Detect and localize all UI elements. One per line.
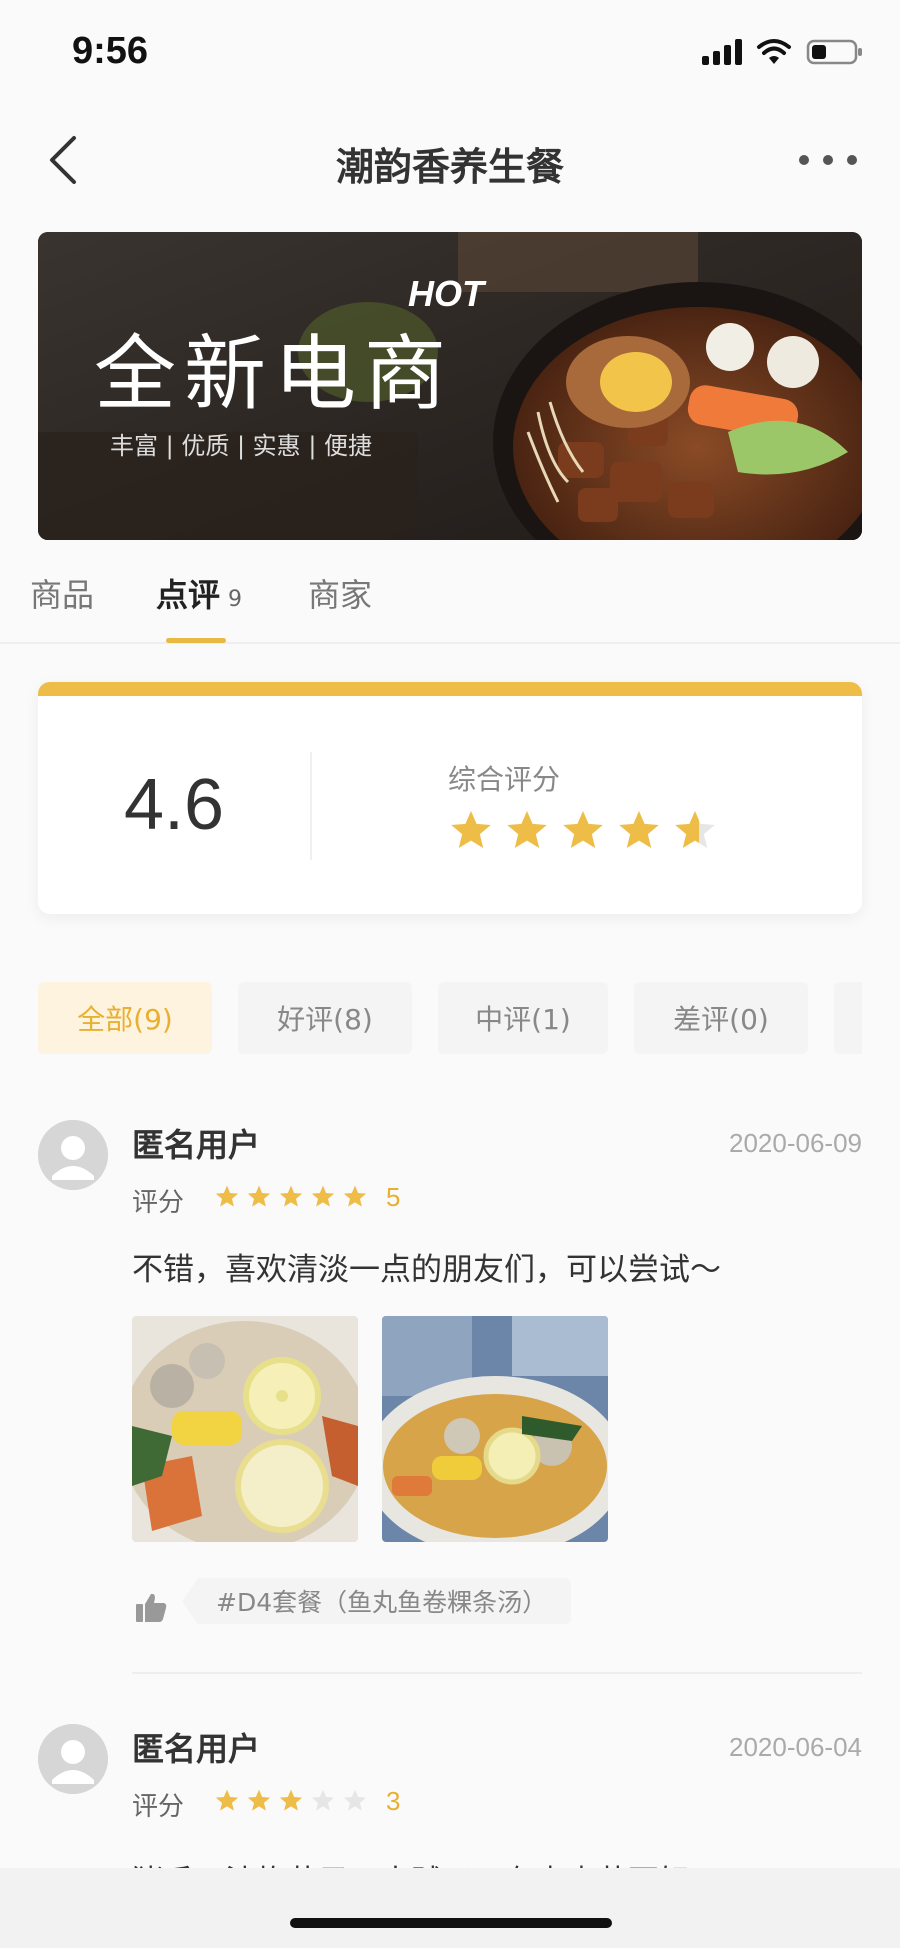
battery-icon: [806, 39, 862, 65]
filter-positive[interactable]: 好评(8): [238, 982, 412, 1054]
review-stars: [214, 1184, 368, 1210]
tab-merchant[interactable]: 商家: [308, 570, 372, 616]
more-button[interactable]: [796, 140, 860, 180]
star-icon: [310, 1788, 336, 1814]
review-divider: [132, 1672, 862, 1674]
review-date: 2020-06-09: [729, 1128, 862, 1158]
tab-reviews-count: 9: [228, 587, 243, 612]
nav-bar: 潮韵香养生餐: [0, 110, 900, 210]
star-icon: [278, 1184, 304, 1210]
wifi-icon: [757, 39, 791, 64]
user-avatar-icon: [38, 1120, 108, 1190]
star-icon: [310, 1184, 336, 1210]
review-photo[interactable]: [132, 1316, 358, 1542]
review-text: 不错，喜欢清淡一点的朋友们，可以尝试～: [132, 1252, 721, 1288]
signal-icon: [702, 39, 742, 65]
filter-all[interactable]: 全部(9): [38, 982, 212, 1054]
star-icon: [448, 808, 494, 854]
tab-active-indicator: [166, 638, 226, 643]
page-title: 潮韵香养生餐: [335, 145, 564, 189]
rating-card-accent: [38, 682, 862, 696]
tab-bar: 商品 点评 9 商家: [0, 560, 900, 644]
rating-divider: [310, 752, 312, 860]
star-icon: [504, 808, 550, 854]
status-time: 9:56: [72, 30, 149, 72]
star-icon: [672, 808, 718, 854]
review-tag[interactable]: #D4套餐（鱼丸鱼卷粿条汤）: [181, 1578, 572, 1624]
more-dots-icon: [799, 155, 857, 165]
status-icons: [702, 38, 864, 66]
user-avatar-icon: [38, 1724, 108, 1794]
banner-hot: HOT: [408, 273, 487, 314]
star-icon: [342, 1184, 368, 1210]
star-icon: [246, 1788, 272, 1814]
food-photo-soup: [132, 1316, 358, 1542]
star-icon: [246, 1184, 272, 1210]
promo-banner[interactable]: HOT 全新电商 丰富 | 优质 | 实惠 | 便捷: [38, 232, 862, 540]
tab-reviews-label: 点评: [156, 576, 221, 614]
reviewer-name: 匿名用户: [132, 1126, 261, 1164]
review-score: 3: [386, 1786, 401, 1816]
rating-label: 综合评分: [448, 763, 561, 796]
home-indicator-area: [0, 1868, 900, 1948]
tab-merchant-label: 商家: [308, 576, 373, 614]
rating-stars: [448, 808, 718, 854]
banner-headline: 全新电商: [94, 327, 454, 422]
thumbs-up-icon[interactable]: [134, 1590, 168, 1624]
rating-score: 4.6: [124, 765, 225, 845]
avatar: [38, 1724, 108, 1794]
review-stars: [214, 1788, 368, 1814]
star-icon: [560, 808, 606, 854]
star-icon: [214, 1788, 240, 1814]
review-photo[interactable]: [382, 1316, 608, 1542]
star-icon: [278, 1788, 304, 1814]
score-label: 评分: [132, 1792, 185, 1822]
filter-neutral[interactable]: 中评(1): [438, 982, 608, 1054]
review-filters: 全部(9) 好评(8) 中评(1) 差评(0): [38, 982, 862, 1054]
review-date: 2020-06-04: [729, 1732, 862, 1762]
rating-summary-card: 4.6 综合评分: [38, 682, 862, 914]
status-bar: 9:56: [0, 0, 900, 110]
star-icon: [214, 1184, 240, 1210]
banner-tagline: 丰富 | 优质 | 实惠 | 便捷: [110, 432, 372, 460]
tab-reviews[interactable]: 点评 9: [156, 570, 242, 616]
star-icon: [616, 808, 662, 854]
review-score: 5: [386, 1182, 401, 1212]
star-icon: [342, 1788, 368, 1814]
tab-products-label: 商品: [30, 576, 95, 614]
tab-products[interactable]: 商品: [30, 570, 94, 616]
score-label: 评分: [132, 1188, 185, 1218]
food-photo-soup: [382, 1316, 608, 1542]
home-indicator[interactable]: [290, 1918, 612, 1928]
reviewer-name: 匿名用户: [132, 1730, 261, 1768]
filter-negative[interactable]: 差评(0): [634, 982, 808, 1054]
banner-artwork: HOT 全新电商 丰富 | 优质 | 实惠 | 便捷: [38, 232, 862, 540]
filter-more[interactable]: [834, 982, 862, 1054]
avatar: [38, 1120, 108, 1190]
